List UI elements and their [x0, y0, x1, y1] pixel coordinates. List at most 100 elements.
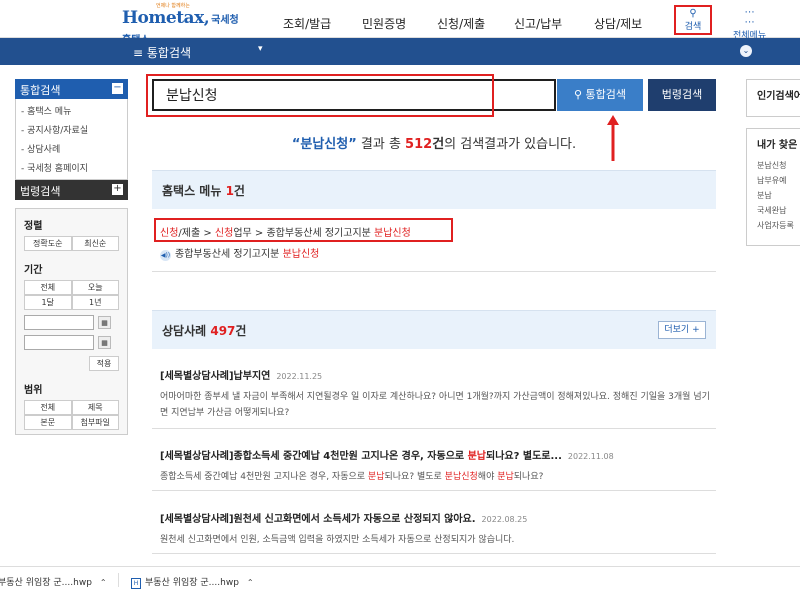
top-search-label: 검색 [684, 22, 702, 32]
nav-inquiry-issue[interactable]: 조회/발급 [283, 15, 331, 32]
speaker-icon[interactable]: ◀)) [160, 250, 171, 261]
top-search-button[interactable]: ⚲ 검색 [674, 5, 712, 35]
apply-button[interactable]: 적용 [89, 356, 119, 371]
sort-latest-button[interactable]: 최신순 [71, 236, 119, 251]
location-bar: ≡ 통합검색 ▾ ⌄ [0, 38, 800, 65]
summary-pre: 결과 총 [356, 137, 406, 152]
case-title-link[interactable]: [세목별상담사례]원천세 신고화면에서 소득세가 자동으로 산정되지 않아요. [160, 514, 476, 525]
collapse-icon[interactable]: − [112, 83, 123, 94]
end-date-input[interactable] [24, 335, 94, 350]
search-filter-panel: 정렬 정확도순 최신순 기간 전체 오늘 1달 1년 ▦ ▦ 적용 범위 전체 … [15, 208, 128, 435]
nav-apply-submit[interactable]: 신청/제출 [437, 15, 485, 32]
menu-section-unit: 건 [233, 184, 245, 198]
menu-section-count: 1 [225, 184, 234, 198]
sort-accuracy-button[interactable]: 정확도순 [24, 236, 72, 251]
body-part: 되나요? 별도로 [384, 472, 445, 482]
logo-text: Hometax, [122, 8, 210, 28]
scope-body-button[interactable]: 본문 [24, 415, 72, 430]
subitem-text: 종합부동산세 정기고지분 [175, 249, 283, 260]
nav-item-nts-homepage[interactable]: - 국세청 홈페이지 [16, 158, 127, 177]
case-body: 종합소득세 중간예납 4천만원 고지나온 경우, 자동으로 분납되나요? 별도로… [160, 469, 716, 485]
case-section-title: 상담사례 [162, 324, 211, 338]
download-filename: 부동산 위임장 군....hwp [0, 578, 92, 588]
integrated-search-button[interactable]: ⚲ 통합검색 [557, 79, 643, 111]
body-part: 종합소득세 중간예납 4천만원 고지나온 경우, 자동으로 [160, 472, 368, 482]
download-item[interactable]: 부동산 위임장 군....hwp ⌃ [0, 575, 107, 588]
body-part: 분납 [367, 472, 385, 482]
law-search-button[interactable]: 법령검색 [648, 79, 716, 111]
nav-report-pay[interactable]: 신고/납부 [514, 15, 562, 32]
file-icon: H [131, 578, 141, 589]
my-search-item[interactable]: 국세완납 [747, 203, 800, 218]
summary-unit: 건 [432, 137, 445, 152]
all-menu-button[interactable]: ⋯ ⋯ 전체메뉴 [733, 7, 766, 42]
integrated-search-label: 통합검색 [585, 88, 627, 101]
menu-subitem[interactable]: ◀)) 종합부동산세 정기고지분 분납신청 [160, 245, 319, 261]
nav-item-consult-cases[interactable]: - 상담사례 [16, 139, 127, 158]
summary-post: 의 검색결과가 있습니다. [444, 137, 577, 152]
case-section-count: 497 [210, 324, 236, 338]
hometax-logo[interactable]: 언제나 함께하는 Hometax,국세청홈택스 [122, 3, 242, 46]
nav-item-hometax-menu[interactable]: - 홈택스 메뉴 [16, 101, 127, 120]
chevron-up-icon[interactable]: ⌃ [100, 578, 107, 587]
my-search-item[interactable]: 사업자등록 [747, 218, 800, 233]
period-1month-button[interactable]: 1달 [24, 295, 72, 310]
divider [118, 573, 119, 587]
calendar-icon[interactable]: ▦ [98, 316, 111, 329]
body-part: 되나요? [513, 472, 544, 482]
case-body: 어마어마한 종부세 낼 자금이 부족해서 지연될경우 일 이자로 계산하나요? … [160, 392, 710, 418]
nav-civil-certificate[interactable]: 민원증명 [362, 15, 406, 32]
calendar-icon[interactable]: ▦ [98, 336, 111, 349]
scope-all-button[interactable]: 전체 [24, 400, 72, 415]
grid-icon: ⋯ ⋯ [744, 7, 755, 28]
start-date-row: ▦ [24, 315, 119, 330]
nav-consult-report[interactable]: 상담/제보 [594, 15, 642, 32]
chevron-up-icon[interactable]: ⌃ [247, 578, 254, 587]
period-1year-button[interactable]: 1년 [71, 295, 119, 310]
logo-tagline: 언제나 함께하는 [156, 3, 190, 9]
my-search-item[interactable]: 분납 [747, 188, 800, 203]
case-section-header: 상담사례 497건 더보기 + [152, 310, 716, 349]
location-title[interactable]: ≡ 통합검색 [133, 44, 191, 61]
title-part: 분납 [467, 451, 486, 462]
divider [152, 553, 716, 554]
title-part: 되나요? 별도로... [486, 451, 562, 462]
my-search-item[interactable]: 분납신청 [747, 158, 800, 173]
expand-circle-icon[interactable]: ⌄ [740, 45, 752, 57]
scope-title-button[interactable]: 제목 [71, 400, 119, 415]
nav-section-integrated-search[interactable]: 통합검색 − [15, 79, 128, 99]
summary-count: 512 [405, 137, 433, 152]
case-title-link[interactable]: [세목별상담사례]종합소득세 중간예납 4천만원 고지나온 경우, 자동으로 분… [160, 444, 716, 463]
search-icon: ⚲ [689, 8, 697, 19]
title-part: [세목별상담사례]종합소득세 중간예납 4천만원 고지나온 경우, 자동으로 [160, 451, 468, 462]
search-icon: ⚲ [573, 88, 583, 101]
case-section-unit: 건 [235, 324, 247, 338]
nav-section-law-search[interactable]: 법령검색 + [15, 180, 128, 200]
period-today-button[interactable]: 오늘 [71, 280, 119, 295]
my-search-item[interactable]: 납부유예 [747, 173, 800, 188]
more-button[interactable]: 더보기 + [658, 321, 706, 339]
body-part: 해야 [477, 472, 498, 482]
popular-keywords-title: 인기검색어 [757, 91, 800, 102]
case-title-link[interactable]: [세목별상담사례]납부지연 [160, 371, 270, 382]
menu-section-title: 홈택스 메뉴 [162, 184, 226, 198]
end-date-row: ▦ [24, 335, 119, 350]
annotation-highlight-box [146, 74, 494, 117]
body-part: 분납 [497, 472, 514, 482]
case-item: [세목별상담사례]원천세 신고화면에서 소득세가 자동으로 산정되지 않아요. 2… [160, 507, 716, 548]
period-all-button[interactable]: 전체 [24, 280, 72, 295]
case-date: 2022.11.08 [567, 452, 614, 461]
chevron-down-icon[interactable]: ▾ [258, 44, 263, 54]
case-date: 2022.11.25 [276, 372, 323, 381]
period-title: 기간 [24, 265, 43, 276]
divider [152, 490, 716, 491]
scope-attachment-button[interactable]: 첨부파일 [71, 415, 119, 430]
nav-section-label: 통합검색 [20, 84, 61, 97]
start-date-input[interactable] [24, 315, 94, 330]
subitem-highlight: 분납신청 [282, 249, 320, 260]
download-item[interactable]: H 부동산 위임장 군....hwp ⌃ [131, 575, 254, 589]
menu-section-header: 홈택스 메뉴 1건 [152, 170, 716, 209]
sort-title: 정렬 [24, 221, 43, 232]
nav-item-notices[interactable]: - 공지사항/자료실 [16, 120, 127, 139]
expand-icon[interactable]: + [112, 184, 123, 195]
